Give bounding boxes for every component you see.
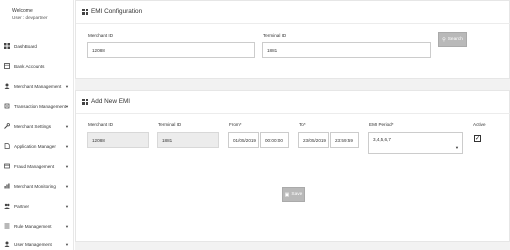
sidebar-item-label: DashBoard	[14, 43, 37, 49]
sidebar-item-bank-accounts[interactable]: Bank Accounts	[0, 61, 74, 71]
sidebar-item-label: Rule Management	[14, 223, 52, 229]
sidebar-item-label: Transaction Management	[14, 103, 66, 109]
divider	[76, 113, 510, 114]
terminal-id-label: Terminal ID	[263, 33, 287, 38]
welcome-text: Welcome	[12, 8, 33, 14]
user-management-icon	[3, 240, 11, 248]
emi-configuration-panel: EMI Configuration Merchant ID 12088 Term…	[75, 0, 510, 79]
to-date-input[interactable]: 23/05/2019	[298, 132, 329, 148]
from-time-input[interactable]: 00:00:00	[260, 132, 289, 148]
wrench-icon	[3, 122, 11, 130]
emi-configuration-title: EMI Configuration	[82, 8, 142, 15]
terminal-id-readonly: 1881	[157, 132, 219, 148]
chevron-down-icon: ▼	[65, 123, 69, 129]
transaction-icon	[3, 102, 11, 110]
sidebar-item-partner[interactable]: Partner ▼	[0, 201, 74, 211]
save-button-label: Save	[291, 192, 303, 197]
chevron-down-icon: ▼	[65, 183, 69, 189]
terminal-id-label: Terminal ID	[158, 122, 182, 127]
sidebar-item-label: Fraud Management	[14, 163, 55, 169]
save-icon: ▣	[284, 191, 290, 198]
sidebar-item-label: Merchant Settings	[14, 123, 52, 129]
chevron-down-icon: ▼	[65, 241, 69, 247]
rule-icon	[3, 222, 11, 230]
from-date-input[interactable]: 01/05/2019	[228, 132, 259, 148]
active-label: Active	[473, 122, 486, 127]
sidebar-item-application-manager[interactable]: Application Manager ▼	[0, 141, 74, 151]
panel-title-text: Add New EMI	[91, 98, 131, 105]
merchant-id-label: Merchant ID	[88, 33, 114, 38]
dashboard-icon	[3, 42, 11, 50]
to-time-input[interactable]: 23:59:59	[330, 132, 359, 148]
chevron-down-icon: ▼	[455, 145, 459, 150]
sidebar-item-merchant-monitoring[interactable]: Merchant Monitoring ▼	[0, 181, 74, 191]
to-label: To*	[299, 122, 306, 127]
merchant-icon	[3, 82, 11, 90]
emi-period-select[interactable]: 3,4,5,6,7 ▼	[368, 132, 463, 154]
panel-title-text: EMI Configuration	[91, 8, 143, 15]
application-icon	[3, 142, 11, 150]
chevron-down-icon: ▼	[65, 223, 69, 229]
main-content: EMI Configuration Merchant ID 12088 Term…	[75, 0, 510, 250]
grid-icon	[82, 98, 88, 105]
search-button[interactable]: ⚲ Search	[438, 32, 467, 47]
chevron-down-icon: ▼	[65, 103, 69, 109]
sidebar-item-dashboard[interactable]: DashBoard	[0, 41, 74, 51]
checkmark-icon: ✓	[474, 135, 481, 142]
sidebar-item-transaction-management[interactable]: Transaction Management ▼	[0, 101, 74, 111]
chevron-down-icon: ▼	[65, 143, 69, 149]
fraud-icon	[3, 162, 11, 170]
active-checkbox[interactable]: ✓	[474, 135, 481, 142]
emi-period-value: 3,4,5,6,7	[373, 137, 391, 142]
search-icon: ⚲	[442, 36, 446, 43]
chevron-down-icon: ▼	[65, 163, 69, 169]
add-new-emi-panel: Add New EMI Merchant ID 12088 Terminal I…	[75, 90, 510, 242]
partner-icon	[3, 202, 11, 210]
sidebar-item-label: Partner	[14, 203, 30, 209]
sidebar-item-label: Application Manager	[14, 143, 56, 149]
sidebar-item-label: Merchant Monitoring	[14, 183, 56, 189]
chevron-down-icon: ▼	[65, 83, 69, 89]
sidebar-item-label: User Management	[14, 241, 52, 247]
merchant-id-readonly: 12088	[87, 132, 149, 148]
sidebar-item-merchant-settings[interactable]: Merchant Settings ▼	[0, 121, 74, 131]
sidebar-item-merchant-management[interactable]: Merchant Management ▼	[0, 81, 74, 91]
sidebar: Welcome User : devpartner DashBoard Bank…	[0, 0, 74, 250]
sidebar-item-rule-management[interactable]: Rule Management ▼	[0, 221, 74, 231]
sidebar-item-user-management[interactable]: User Management ▼	[0, 239, 74, 249]
user-block: Welcome User : devpartner	[0, 0, 73, 34]
monitoring-icon	[3, 182, 11, 190]
terminal-id-input[interactable]: 1881	[262, 42, 431, 58]
from-label: From*	[229, 122, 242, 127]
save-button[interactable]: ▣ Save	[282, 187, 305, 202]
merchant-id-label: Merchant ID	[88, 122, 114, 127]
add-new-emi-title: Add New EMI	[82, 98, 130, 105]
bank-icon	[3, 62, 11, 70]
search-button-label: Search	[447, 37, 463, 42]
sidebar-item-label: Bank Accounts	[14, 63, 45, 69]
emi-period-label: EMI Period*	[369, 122, 394, 127]
user-name: User : devpartner	[12, 15, 48, 20]
sidebar-item-fraud-management[interactable]: Fraud Management ▼	[0, 161, 74, 171]
sidebar-item-label: Merchant Management	[14, 83, 62, 89]
grid-icon	[82, 8, 88, 15]
divider	[76, 23, 510, 24]
merchant-id-input[interactable]: 12088	[87, 42, 255, 58]
chevron-down-icon: ▼	[65, 203, 69, 209]
